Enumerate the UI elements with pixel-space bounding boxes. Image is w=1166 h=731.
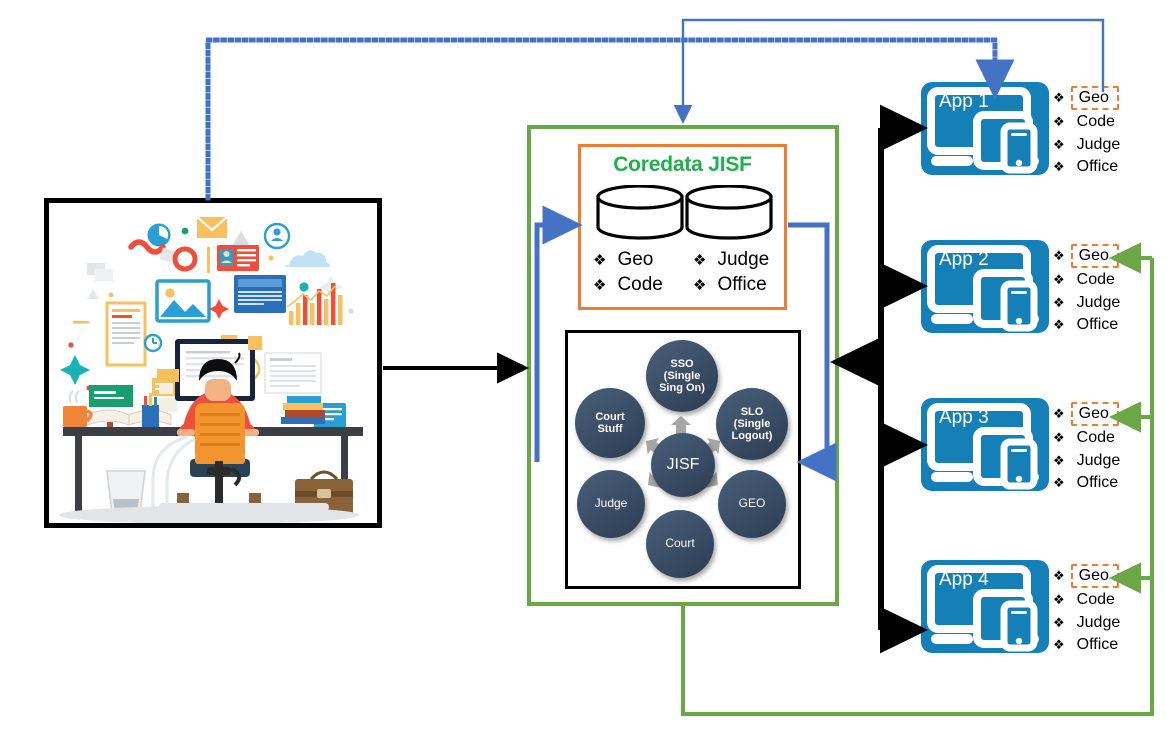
app-item-label-geo[interactable]: Geo [1070, 244, 1119, 269]
diamond-bullet-icon: ❖ [593, 277, 607, 295]
app-item: ❖ Code [1053, 270, 1120, 290]
connector-jisf-app-bus [830, 104, 928, 654]
hub-node-label: SSO (Single Sing On) [659, 357, 705, 395]
coredata-column-1: ❖ Geo ❖ Code [587, 249, 693, 297]
hub-node-sso[interactable]: SSO (Single Sing On) [646, 340, 718, 412]
app-attribute-list: ❖ Geo ❖ Code ❖ Judge ❖ Office [1053, 402, 1120, 494]
diamond-bullet-icon: ❖ [1053, 637, 1065, 653]
app-label: App 4 [939, 569, 989, 590]
diamond-bullet-icon: ❖ [1053, 452, 1065, 468]
app-item: ❖ Code [1053, 112, 1120, 132]
hub-center-label: JISF [666, 456, 700, 474]
app-item-label: Code [1076, 113, 1115, 131]
app-item: ❖ Office [1053, 635, 1120, 655]
app-4-row: App 4 ❖ Geo ❖ Code ❖ Judge ❖ Office [921, 560, 1161, 660]
hub-node-label: Court [665, 536, 695, 551]
coredata-attribute-list: ❖ Geo ❖ Code ❖ Judge ❖ Office [587, 249, 785, 297]
jisf-services-box: SSO (Single Sing On) SLO (Single Logout)… [565, 330, 801, 589]
app-item-label: Judge [1076, 293, 1121, 311]
diamond-bullet-icon: ❖ [1053, 114, 1065, 130]
app-item-label: Judge [1076, 613, 1121, 631]
diamond-bullet-icon: ❖ [1053, 248, 1065, 263]
app-item-label: Office [1076, 474, 1119, 492]
app-item-label: Code [1076, 591, 1115, 609]
app-item: ❖ Judge [1053, 613, 1120, 633]
diagram-canvas: Coredata JISF ❖ Geo ❖ Code ❖ Judge ❖ Office [0, 0, 1166, 731]
hub-node-label: Judge [594, 496, 628, 511]
app-attribute-list: ❖ Geo ❖ Code ❖ Judge ❖ Office [1053, 86, 1120, 178]
hub-node-court[interactable]: Court [646, 510, 714, 578]
app-item: ❖ Office [1053, 315, 1120, 335]
app-1-row: App 1 ❖ Geo ❖ Code ❖ Judge ❖ Office [921, 82, 1161, 182]
diamond-bullet-icon: ❖ [1053, 272, 1065, 288]
app-item: ❖ Office [1053, 157, 1120, 177]
coredata-item: ❖ Office [693, 274, 769, 296]
diamond-bullet-icon: ❖ [1053, 159, 1065, 175]
app-label: App 2 [939, 249, 989, 270]
app-item: ❖ Judge [1053, 293, 1120, 313]
app-item: ❖ Judge [1053, 135, 1120, 155]
coredata-jisf-box: Coredata JISF ❖ Geo ❖ Code ❖ Judge ❖ Office [578, 144, 787, 310]
app-item: ❖ Judge [1053, 451, 1120, 471]
app-item-label-geo[interactable]: Geo [1070, 564, 1119, 589]
coredata-item: ❖ Judge [693, 249, 769, 271]
app-item: ❖ Geo [1053, 402, 1120, 427]
coredata-item: ❖ Geo [593, 249, 693, 271]
diamond-bullet-icon: ❖ [1053, 136, 1065, 152]
user-illustration-frame [44, 198, 382, 528]
app-attribute-list: ❖ Geo ❖ Code ❖ Judge ❖ Office [1053, 244, 1120, 336]
app-2-row: App 2 ❖ Geo ❖ Code ❖ Judge ❖ Office [921, 240, 1161, 340]
app-item: ❖ Geo [1053, 244, 1120, 269]
app-item: ❖ Code [1053, 590, 1120, 610]
diamond-bullet-icon: ❖ [1053, 475, 1065, 491]
app-item-label: Office [1076, 316, 1119, 334]
coredata-item-label: Code [617, 274, 663, 296]
coredata-title: Coredata JISF [613, 153, 752, 176]
app-item-label: Office [1076, 158, 1119, 176]
app-item-label: Judge [1076, 135, 1121, 153]
hub-node-label: Court Stuff [595, 410, 625, 435]
coredata-item: ❖ Code [593, 274, 693, 296]
app-item-label: Code [1076, 271, 1115, 289]
diamond-bullet-icon: ❖ [1053, 317, 1065, 333]
app-item: ❖ Geo [1053, 86, 1120, 111]
diamond-bullet-icon: ❖ [1053, 90, 1065, 105]
hub-node-jisf-center[interactable]: JISF [651, 433, 715, 497]
diamond-bullet-icon: ❖ [1053, 614, 1065, 630]
diamond-bullet-icon: ❖ [1053, 406, 1065, 421]
app-item-label-geo[interactable]: Geo [1070, 402, 1119, 427]
app-item: ❖ Geo [1053, 564, 1120, 589]
hub-node-label: GEO [738, 496, 766, 511]
app-item-label: Office [1076, 636, 1119, 654]
app-attribute-list: ❖ Geo ❖ Code ❖ Judge ❖ Office [1053, 564, 1120, 656]
coredata-item-label: Geo [617, 249, 654, 270]
hub-node-judge[interactable]: Judge [577, 470, 645, 538]
app-3-row: App 3 ❖ Geo ❖ Code ❖ Judge ❖ Office [921, 398, 1161, 498]
hub-node-label: SLO (Single Logout) [731, 405, 773, 443]
app-item-label-geo[interactable]: Geo [1070, 86, 1119, 111]
hub-node-court-stuff[interactable]: Court Stuff [575, 388, 645, 458]
hub-node-slo[interactable]: SLO (Single Logout) [716, 388, 788, 460]
database-cylinders-icon [593, 184, 778, 240]
app-item: ❖ Code [1053, 428, 1120, 448]
diamond-bullet-icon: ❖ [593, 252, 607, 269]
app-item-label: Code [1076, 429, 1115, 447]
diamond-bullet-icon: ❖ [693, 277, 707, 295]
diamond-bullet-icon: ❖ [1053, 294, 1065, 310]
person-working-at-desk-illustration [49, 203, 377, 523]
diamond-bullet-icon: ❖ [1053, 430, 1065, 446]
diamond-bullet-icon: ❖ [1053, 568, 1065, 583]
app-label: App 3 [939, 407, 989, 428]
diamond-bullet-icon: ❖ [693, 252, 707, 269]
app-item-label: Judge [1076, 451, 1121, 469]
coredata-column-2: ❖ Judge ❖ Office [693, 249, 769, 297]
diamond-bullet-icon: ❖ [1053, 592, 1065, 608]
hub-node-geo[interactable]: GEO [718, 470, 786, 538]
app-item: ❖ Office [1053, 473, 1120, 493]
coredata-item-label: Office [717, 274, 767, 296]
coredata-item-label: Judge [717, 249, 770, 270]
app-label: App 1 [939, 91, 989, 112]
